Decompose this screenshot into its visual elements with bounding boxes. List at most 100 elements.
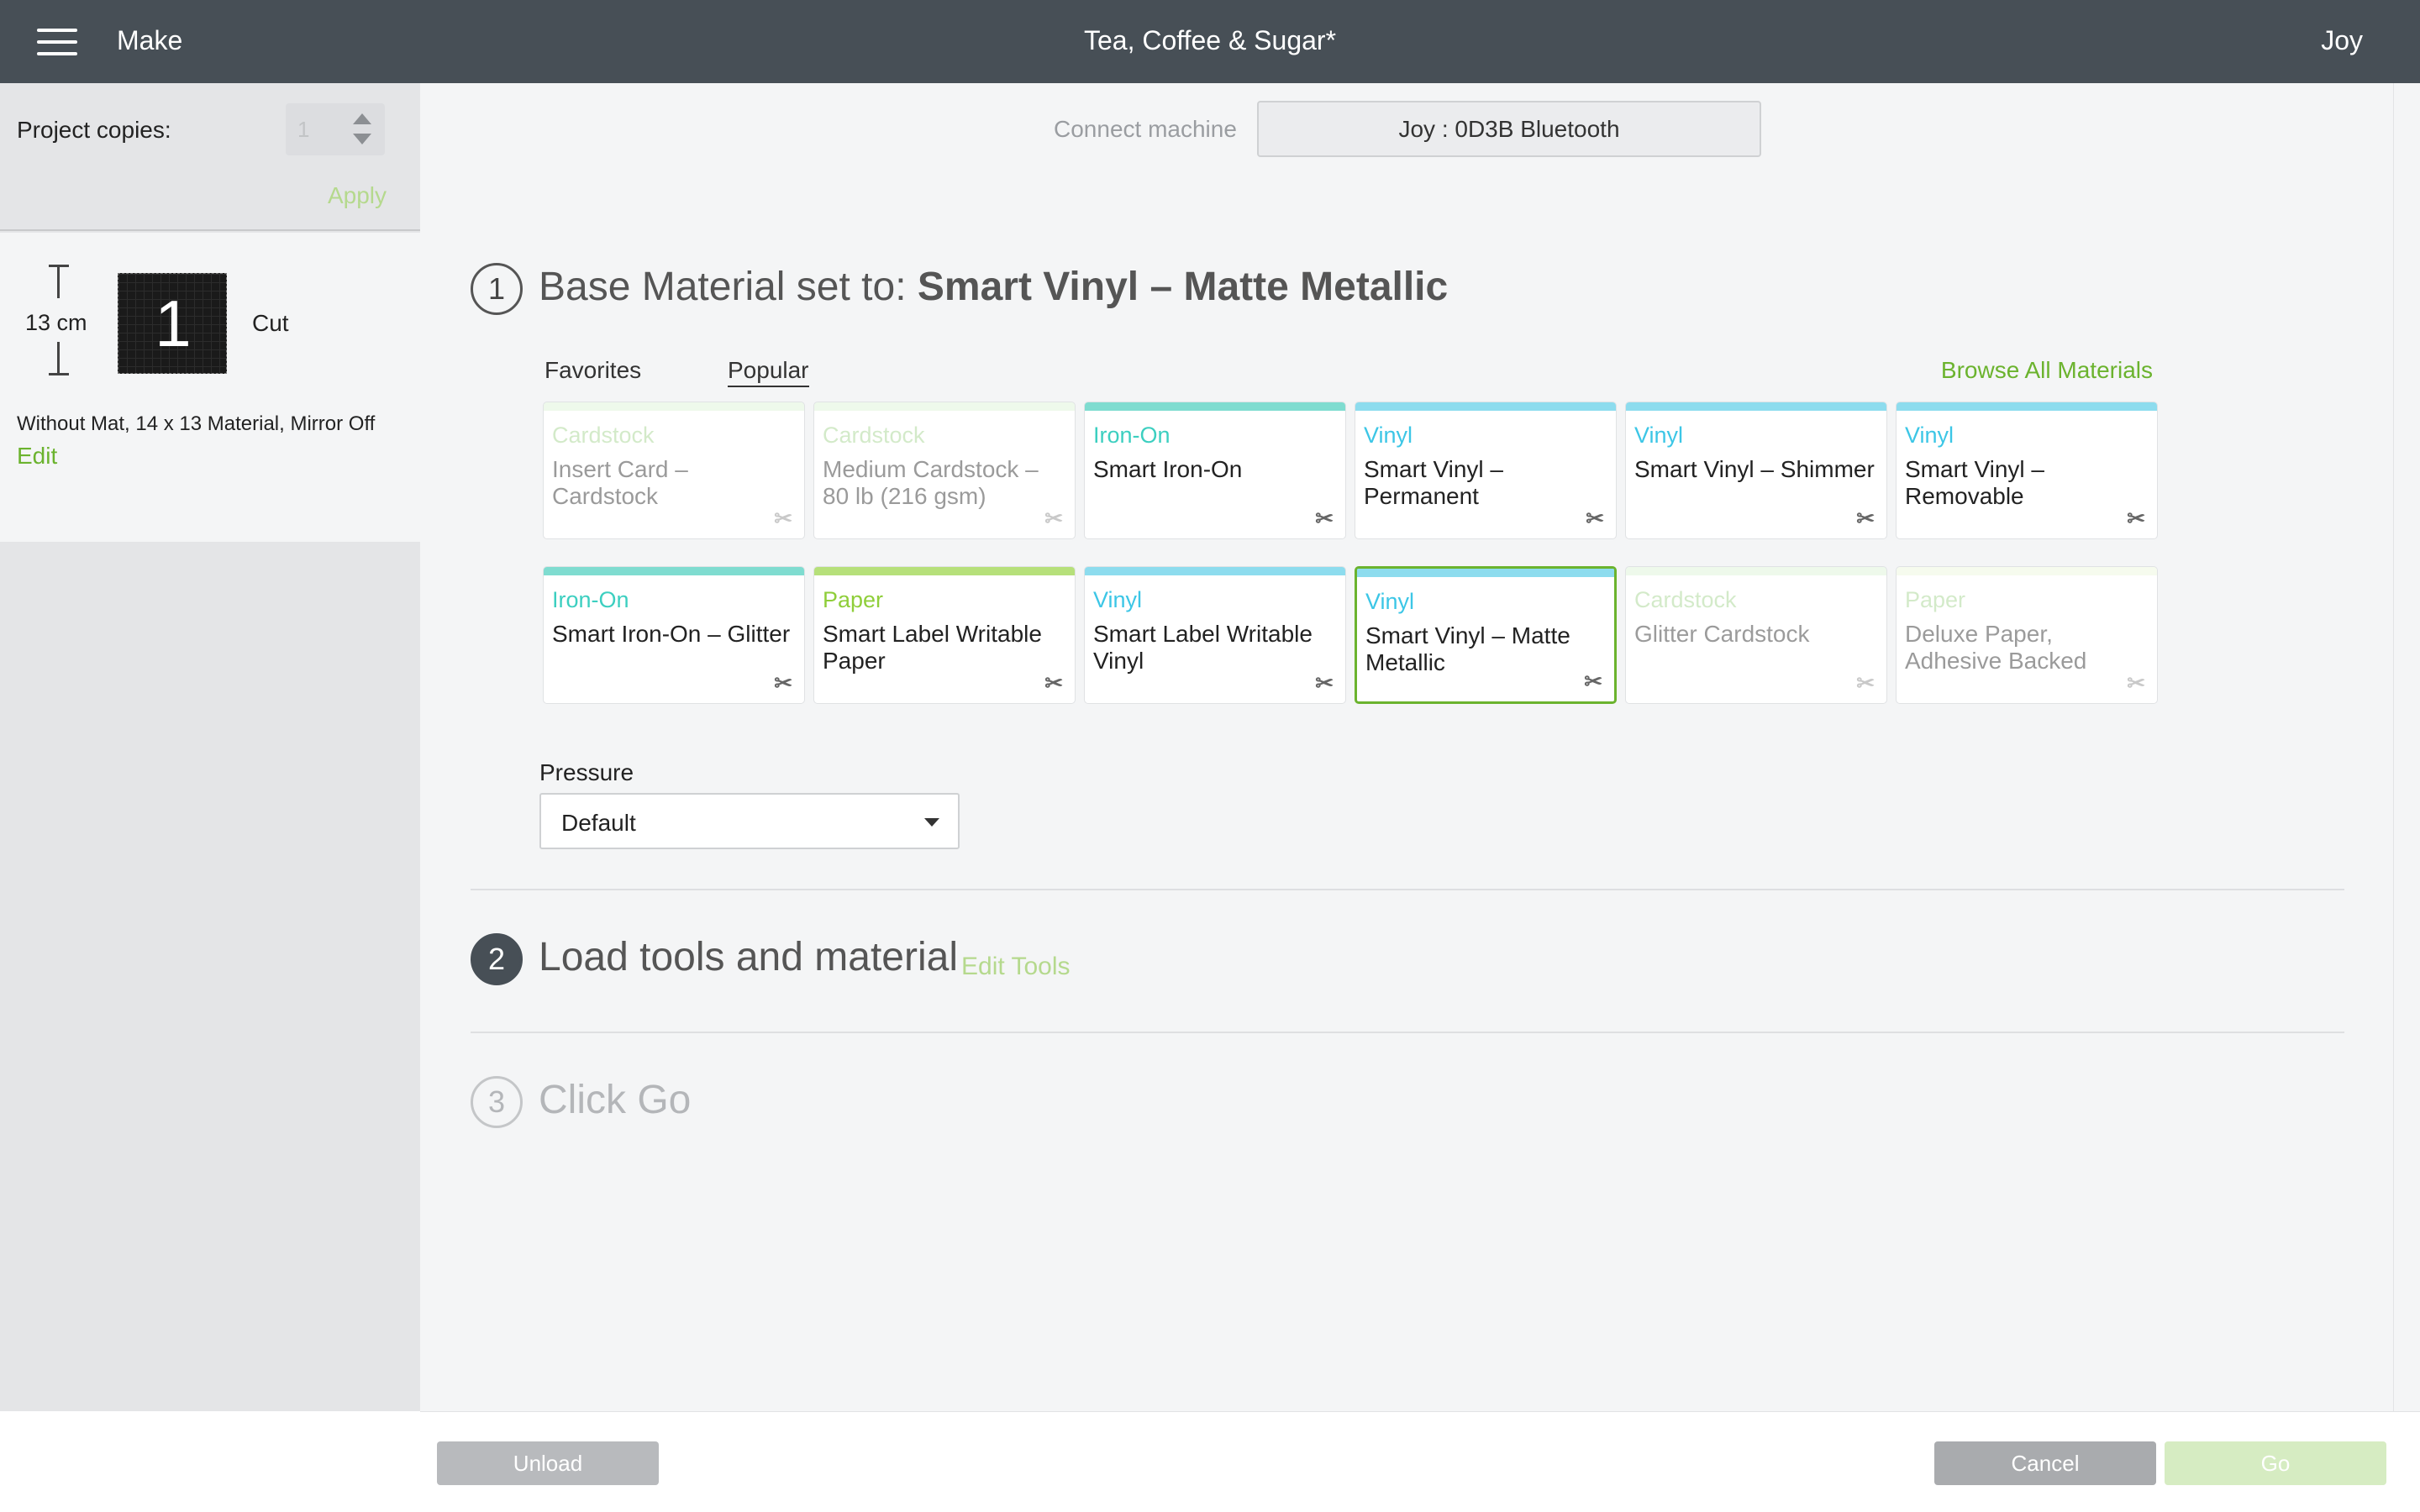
pressure-label: Pressure (539, 759, 634, 785)
increment-arrow-icon[interactable] (353, 113, 371, 124)
pressure-dropdown[interactable]: Default (539, 793, 960, 849)
cricut-blade-icon: ✂ (2127, 670, 2145, 696)
step-3-badge: 3 (471, 1076, 523, 1128)
material-color-stripe (814, 402, 1075, 411)
material-card[interactable]: Vinyl Smart Label Writable Vinyl ✂ (1084, 566, 1346, 704)
mat-panel: 13 cm 1 Cut Without Mat, 14 x 13 Materia… (0, 233, 420, 542)
mat-number: 1 (155, 286, 192, 360)
top-bar: Make Tea, Coffee & Sugar* Joy (0, 0, 2420, 83)
material-color-stripe (544, 567, 804, 575)
material-card[interactable]: Iron-On Smart Iron-On ✂ (1084, 402, 1346, 539)
cricut-blade-icon: ✂ (1044, 670, 1063, 696)
cricut-blade-icon: ✂ (1315, 670, 1334, 696)
material-color-stripe (1357, 569, 1614, 577)
divider (471, 1032, 2344, 1033)
material-color-stripe (1897, 567, 2157, 575)
selected-material-name: Smart Vinyl – Matte Metallic (917, 265, 1449, 309)
divider (471, 889, 2344, 890)
cricut-blade-icon: ✂ (1856, 506, 1875, 531)
material-category: Cardstock (1634, 587, 1737, 612)
scrollbar[interactable] (2393, 83, 2420, 1411)
material-color-stripe (1626, 567, 1886, 575)
material-category: Cardstock (552, 423, 655, 448)
cricut-blade-icon: ✂ (774, 670, 792, 696)
project-title: Tea, Coffee & Sugar* (1083, 25, 1337, 55)
material-category: Paper (1905, 587, 1966, 612)
material-category: Iron-On (552, 587, 629, 612)
material-color-stripe (1085, 402, 1345, 411)
material-card[interactable]: Cardstock Glitter Cardstock ✂ (1625, 566, 1887, 704)
cricut-blade-icon: ✂ (1856, 670, 1875, 696)
sidebar: Project copies: 1 Apply 13 cm 1 Cut With… (0, 83, 420, 1411)
material-color-stripe (544, 402, 804, 411)
material-card[interactable]: Paper Deluxe Paper, Adhesive Backed ✂ (1896, 566, 2158, 704)
material-name: Smart Iron-On – Glitter (552, 621, 791, 647)
material-category: Vinyl (1634, 423, 1684, 448)
material-category: Iron-On (1093, 423, 1171, 448)
material-card[interactable]: Iron-On Smart Iron-On – Glitter ✂ (543, 566, 805, 704)
step-3-title: Click Go (539, 1078, 692, 1122)
material-name: Smart Label Writable Vinyl (1093, 621, 1313, 674)
material-card[interactable]: Paper Smart Label Writable Paper ✂ (813, 566, 1076, 704)
material-category: Vinyl (1364, 423, 1413, 448)
tab-favorites[interactable]: Favorites (544, 357, 641, 384)
chevron-down-icon (924, 818, 939, 827)
step-1-badge: 1 (471, 263, 523, 315)
material-name: Smart Label Writable Paper (823, 621, 1042, 674)
step-2-title: Load tools and material (539, 935, 958, 979)
material-card[interactable]: Cardstock Insert Card – Cardstock ✂ (543, 402, 805, 539)
material-category: Paper (823, 587, 884, 612)
material-name: Smart Vinyl – Shimmer (1634, 456, 1875, 482)
cricut-blade-icon: ✂ (1044, 506, 1063, 531)
material-name: Medium Cardstock – 80 lb (216 gsm) (823, 456, 1039, 509)
decrement-arrow-icon[interactable] (353, 134, 371, 144)
material-name: Smart Vinyl – Removable (1905, 456, 2044, 509)
connect-machine-label: Connect machine (1054, 116, 1237, 142)
material-color-stripe (1085, 567, 1345, 575)
mat-thumbnail[interactable]: 1 (118, 273, 227, 374)
unload-button[interactable]: Unload (437, 1441, 659, 1485)
mat-description: Without Mat, 14 x 13 Material, Mirror Of… (17, 412, 376, 435)
material-card[interactable]: Vinyl Smart Vinyl – Shimmer ✂ (1625, 402, 1887, 539)
material-name: Glitter Cardstock (1634, 621, 1810, 647)
material-name: Insert Card – Cardstock (552, 456, 688, 509)
go-button[interactable]: Go (2165, 1441, 2386, 1485)
material-category: Vinyl (1365, 589, 1415, 614)
material-color-stripe (1626, 402, 1886, 411)
project-copies-value[interactable]: 1 (297, 117, 309, 143)
material-category: Vinyl (1093, 587, 1143, 612)
material-color-stripe (1897, 402, 2157, 411)
mat-action: Cut (252, 310, 289, 336)
edit-tools-link[interactable]: Edit Tools (961, 953, 1071, 981)
project-copies-label: Project copies: (17, 117, 171, 143)
cricut-blade-icon: ✂ (774, 506, 792, 531)
apply-button[interactable]: Apply (328, 182, 387, 209)
mat-edit-link[interactable]: Edit (17, 443, 57, 470)
cricut-blade-icon: ✂ (1584, 669, 1602, 694)
material-card[interactable]: Vinyl Smart Vinyl – Removable ✂ (1896, 402, 2158, 539)
cancel-button[interactable]: Cancel (1934, 1441, 2156, 1485)
step-2-badge: 2 (471, 933, 523, 985)
material-name: Deluxe Paper, Adhesive Backed (1905, 621, 2087, 674)
material-category: Vinyl (1905, 423, 1954, 448)
material-card[interactable]: Vinyl Smart Vinyl – Matte Metallic ✂ (1355, 566, 1617, 704)
tab-popular[interactable]: Popular (728, 357, 809, 387)
material-card[interactable]: Vinyl Smart Vinyl – Permanent ✂ (1355, 402, 1617, 539)
mat-dimension: 13 cm (25, 310, 87, 335)
project-copies-panel: Project copies: 1 Apply (0, 83, 420, 231)
material-card[interactable]: Cardstock Medium Cardstock – 80 lb (216 g… (813, 402, 1076, 539)
project-copies-stepper[interactable]: 1 (286, 103, 385, 155)
browse-all-materials-link[interactable]: Browse All Materials (1941, 357, 2153, 384)
cricut-blade-icon: ✂ (1315, 506, 1334, 531)
material-category: Cardstock (823, 423, 925, 448)
connect-machine-button[interactable]: Joy : 0D3B Bluetooth (1257, 101, 1761, 157)
pressure-value: Default (561, 810, 636, 836)
cricut-blade-icon: ✂ (2127, 506, 2145, 531)
material-name: Smart Vinyl – Matte Metallic (1365, 622, 1570, 675)
step-1-title: Base Material set to: Smart Vinyl – Matt… (539, 264, 1448, 310)
step-1-prefix: Base Material set to: (539, 265, 918, 309)
material-color-stripe (814, 567, 1075, 575)
sidebar-footer (0, 1411, 420, 1512)
cricut-blade-icon: ✂ (1586, 506, 1604, 531)
user-name[interactable]: Joy (2321, 25, 2363, 56)
